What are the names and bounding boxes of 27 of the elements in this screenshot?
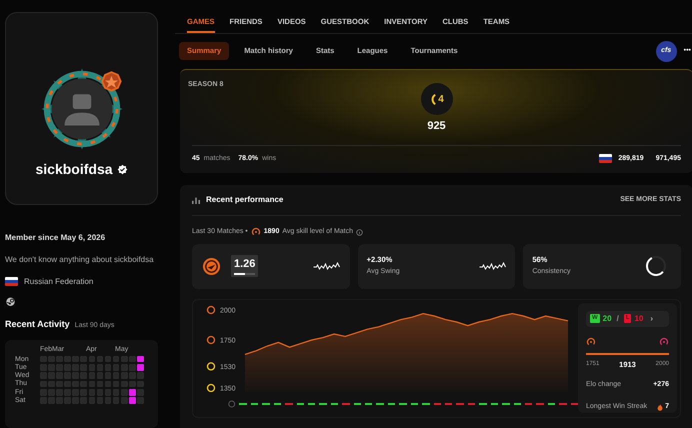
country-name: Russian Federation <box>24 276 94 288</box>
username: sickboifdsa <box>35 160 113 179</box>
bar-chart-icon <box>192 196 200 204</box>
level-gauge-icon <box>586 337 596 348</box>
steam-icon <box>5 296 16 306</box>
elo-value: 925 <box>427 119 446 134</box>
level-gauge-icon <box>250 227 261 238</box>
russia-flag-icon <box>5 277 18 286</box>
flame-icon <box>657 404 664 411</box>
kd-value: 1.26 <box>234 256 256 272</box>
level-gauge-icon <box>659 337 669 348</box>
level-number: 4 <box>438 92 444 106</box>
clock-icon <box>228 400 236 408</box>
section-title: Recent performance <box>206 194 284 206</box>
member-since-text: Member since May 6, 2026 <box>5 232 106 244</box>
russia-flag-icon <box>599 154 612 164</box>
sparkline-drawing <box>312 261 340 271</box>
activity-title: Recent Activity <box>5 318 70 332</box>
level-arc-icon <box>429 92 436 106</box>
crosshair-icon <box>202 256 221 276</box>
chevron-icon: › <box>650 312 654 325</box>
wins-count: 20 <box>602 312 612 325</box>
losses-count: 10 <box>634 312 644 325</box>
separator-text: / <box>616 312 619 325</box>
sparkline-drawing <box>479 261 506 271</box>
info-icon <box>356 228 364 236</box>
bio-text: We don't know anything about sickboifdsa <box>5 254 155 266</box>
